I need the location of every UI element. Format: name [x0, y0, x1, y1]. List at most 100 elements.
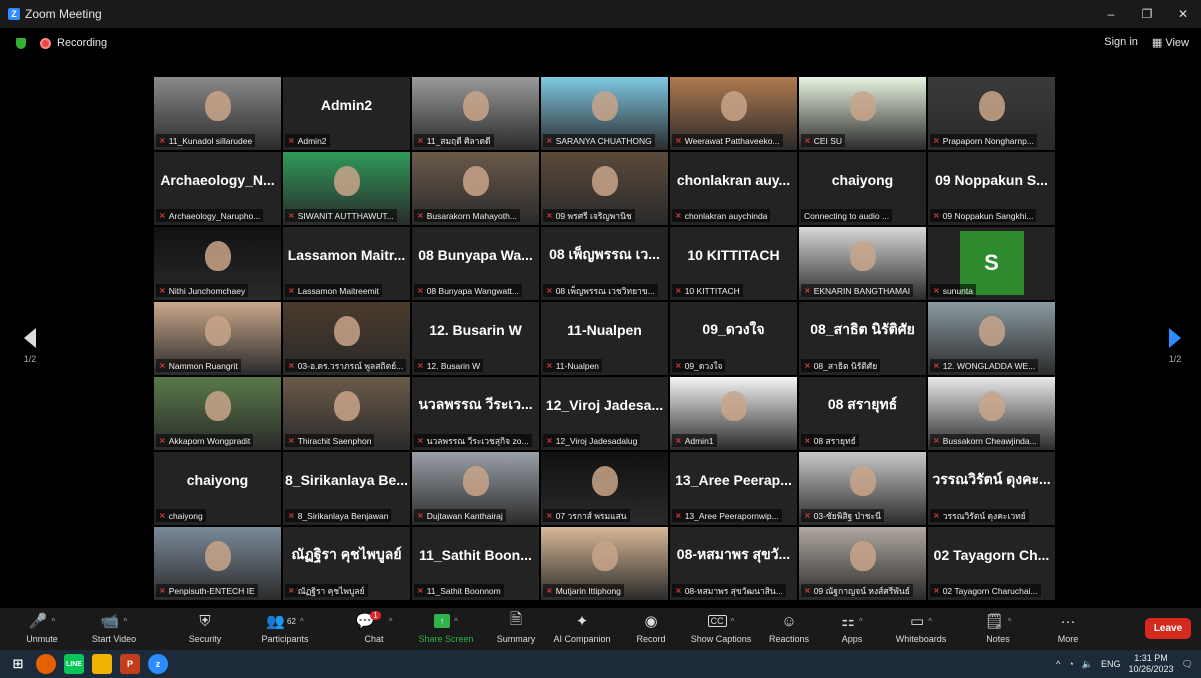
- file-explorer-icon[interactable]: [92, 654, 112, 674]
- participant-tile[interactable]: ⨯ Thirachit Saenphon: [283, 377, 410, 450]
- participant-tile[interactable]: 10 KITTITACH ⨯ 10 KITTITACH: [670, 227, 797, 300]
- chevron-up-icon[interactable]: ^: [51, 617, 55, 626]
- maximize-button[interactable]: ❐: [1129, 0, 1165, 28]
- view-button[interactable]: ▦ View: [1152, 36, 1189, 49]
- participant-tile[interactable]: 8_Sirikanlaya Be... ⨯ 8_Sirikanlaya Benjaw…: [283, 452, 410, 525]
- participant-tile[interactable]: 08 สรายุทธ์ ⨯ 08 สรายุทธ์: [799, 377, 926, 450]
- mic-muted-icon: ⨯: [546, 586, 553, 595]
- participant-tile[interactable]: ⨯ SARANYA CHUATHONG: [541, 77, 668, 150]
- powerpoint-icon[interactable]: P: [120, 654, 140, 674]
- participant-name-label: ⨯ 08_สาธิต นิรัติศัย: [801, 359, 881, 372]
- reactions-button[interactable]: ☺ Reactions: [755, 610, 823, 645]
- participant-tile[interactable]: 08-หสมาพร สุขวั... ⨯ 08-หสมาพร สุขวัฒนาสิน…: [670, 527, 797, 600]
- participant-tile[interactable]: ⨯ Nithi Junchomchaey: [154, 227, 281, 300]
- participant-tile[interactable]: chaiyong ⨯ chaiyong: [154, 452, 281, 525]
- windows-start-icon[interactable]: ⊞: [8, 654, 28, 674]
- clock[interactable]: 1:31 PM 10/26/2023: [1129, 653, 1174, 675]
- summary-button[interactable]: 🗎 Summary: [482, 610, 550, 645]
- participant-tile[interactable]: 12_Viroj Jadesa... ⨯ 12_Viroj Jadesadalug: [541, 377, 668, 450]
- firefox-icon[interactable]: [36, 654, 56, 674]
- ai-companion-button[interactable]: ✦ AI Companion: [548, 610, 616, 644]
- participant-tile[interactable]: 09_ดวงใจ ⨯ 09_ดวงใจ: [670, 302, 797, 375]
- participant-tile[interactable]: ⨯ 07 วรกาส์ พรมแสน: [541, 452, 668, 525]
- leave-button[interactable]: Leave: [1145, 618, 1191, 639]
- participant-tile[interactable]: chonlakran auy... ⨯ chonlakran auychinda: [670, 152, 797, 225]
- participant-tile[interactable]: 02 Tayagorn Ch... ⨯ 02 Tayagorn Charuchai.…: [928, 527, 1055, 600]
- participant-tile[interactable]: ⨯ 03-ชัยพิสิฐ ป่าชะนี: [799, 452, 926, 525]
- participant-tile[interactable]: ⨯ 12. WONGLADDA WE...: [928, 302, 1055, 375]
- participant-tile[interactable]: ⨯ CEI SU: [799, 77, 926, 150]
- unmute-button[interactable]: 🎤 ^ Unmute: [8, 610, 76, 644]
- participant-tile[interactable]: ⨯ Admin1: [670, 377, 797, 450]
- chevron-up-icon[interactable]: ^: [300, 617, 304, 626]
- language-indicator[interactable]: ENG: [1101, 659, 1121, 669]
- chevron-up-icon[interactable]: ^: [731, 617, 735, 626]
- zoom-taskbar-icon[interactable]: z: [148, 654, 168, 674]
- participant-tile[interactable]: S ⨯ sununta: [928, 227, 1055, 300]
- mic-muted-icon: ⨯: [417, 586, 424, 595]
- participant-tile[interactable]: ⨯ 09 ณัฐกาญจน์ หงส์ศรีพันธ์: [799, 527, 926, 600]
- minimize-button[interactable]: –: [1093, 0, 1129, 28]
- volume-icon[interactable]: 🔈: [1082, 659, 1093, 670]
- participant-tile[interactable]: 12. Busarin W ⨯ 12. Busarin W: [412, 302, 539, 375]
- participant-tile[interactable]: Admin2 ⨯ Admin2: [283, 77, 410, 150]
- security-button[interactable]: ⛨ Security: [171, 610, 239, 645]
- notifications-icon[interactable]: 🗨: [1182, 659, 1193, 670]
- chevron-up-icon[interactable]: ^: [123, 617, 127, 626]
- whiteboards-button[interactable]: ▭ ^ Whiteboards: [887, 610, 955, 644]
- previous-page-button[interactable]: 1/2: [20, 328, 40, 364]
- tray-chevron-up-icon[interactable]: ^: [1056, 659, 1060, 669]
- next-page-button[interactable]: 1/2: [1165, 328, 1185, 364]
- signin-link[interactable]: Sign in: [1104, 36, 1138, 49]
- wifi-icon[interactable]: ◔: [1068, 659, 1073, 669]
- notes-button[interactable]: 🗒 ^ Notes: [964, 610, 1032, 644]
- share-screen-button[interactable]: ↑ ^ Share Screen: [412, 610, 480, 644]
- participant-tile[interactable]: ⨯ Mutjarin Ittiphong: [541, 527, 668, 600]
- chevron-up-icon[interactable]: ^: [389, 617, 393, 626]
- participant-tile[interactable]: 08_สาธิต นิรัติศัย ⨯ 08_สาธิต นิรัติศัย: [799, 302, 926, 375]
- participant-tile[interactable]: ⨯ Prapaporn Nongharnp...: [928, 77, 1055, 150]
- participant-tile[interactable]: ⨯ 11_Kunadol sillarudee: [154, 77, 281, 150]
- recording-label[interactable]: Recording: [57, 37, 107, 49]
- participant-tile[interactable]: ⨯ Weerawat Patthaveeko...: [670, 77, 797, 150]
- participant-tile[interactable]: วรรณวิรัตน์ ดุงคะ... ⨯ วรรณวิรัตน์ ดุงคะเว…: [928, 452, 1055, 525]
- participant-tile[interactable]: 09 Noppakun S... ⨯ 09 Noppakun Sangkhi...: [928, 152, 1055, 225]
- participant-tile[interactable]: Lassamon Maitr... ⨯ Lassamon Maitreemit: [283, 227, 410, 300]
- chevron-up-icon[interactable]: ^: [454, 617, 458, 626]
- participant-tile[interactable]: 13_Aree Peerap... ⨯ 13_Aree Peerapornwip..…: [670, 452, 797, 525]
- participant-tile[interactable]: ⨯ Dujtawan Kanthairaj: [412, 452, 539, 525]
- participant-tile[interactable]: Archaeology_N... ⨯ Archaeology_Narupho...: [154, 152, 281, 225]
- participant-name: Busarakorn Mahayoth...: [426, 210, 517, 221]
- participant-tile[interactable]: ⨯ Busarakorn Mahayoth...: [412, 152, 539, 225]
- chat-button[interactable]: 💬 1 ^ Chat: [340, 610, 408, 644]
- participant-tile[interactable]: 11_Sathit Boon... ⨯ 11_Sathit Boonnom: [412, 527, 539, 600]
- participant-tile[interactable]: ⨯ 03-อ.ดร.วราภรณ์ พูลสถิตย์...: [283, 302, 410, 375]
- participant-tile[interactable]: 08 เพ็ญพรรณ เว... ⨯ 08 เพ็ญพรรณ เวชวิทยาข.…: [541, 227, 668, 300]
- participant-tile[interactable]: นวลพรรณ วีระเว... ⨯ นวลพรรณ วีระเวชสุกิจ z…: [412, 377, 539, 450]
- participant-tile[interactable]: ⨯ 09 พรศรี เจริญพานิช: [541, 152, 668, 225]
- participant-tile[interactable]: 11-Nualpen ⨯ 11-Nualpen: [541, 302, 668, 375]
- start-video-button[interactable]: 📹 ^ Start Video: [80, 610, 148, 644]
- participant-tile[interactable]: ⨯ Bussakorn Cheawjinda...: [928, 377, 1055, 450]
- participant-tile[interactable]: ⨯ 11_สมฤดี ศิลาดดี: [412, 77, 539, 150]
- chevron-up-icon[interactable]: ^: [1008, 617, 1012, 626]
- participants-button[interactable]: 👥 62 ^ Participants: [251, 610, 319, 644]
- participant-tile[interactable]: ⨯ SIWANIT AUTTHAWUT...: [283, 152, 410, 225]
- line-app-icon[interactable]: LINE: [64, 654, 84, 674]
- participant-tile[interactable]: ⨯ Akkaporn Wongpradit: [154, 377, 281, 450]
- participant-tile[interactable]: ⨯ EKNARIN BANGTHAMAI: [799, 227, 926, 300]
- participant-tile[interactable]: 08 Bunyapa Wa... ⨯ 08 Bunyapa Wangwatt...: [412, 227, 539, 300]
- chevron-up-icon[interactable]: ^: [928, 617, 932, 626]
- chevron-up-icon[interactable]: ^: [859, 617, 863, 626]
- participant-tile[interactable]: ⨯ Penpisuth-ENTECH IE: [154, 527, 281, 600]
- participant-tile[interactable]: ⨯ Nammon Ruangrit: [154, 302, 281, 375]
- participant-tile[interactable]: chaiyong Connecting to audio ...: [799, 152, 926, 225]
- participant-tile[interactable]: ณัฏฐิรา คุชไพบูลย์ ⨯ ณัฏฐิรา คุชไพบูลย์: [283, 527, 410, 600]
- record-button[interactable]: ◉ Record: [617, 610, 685, 644]
- participant-display-name: 09 Noppakun S...: [935, 172, 1048, 188]
- apps-button[interactable]: ⚏ ^ Apps: [818, 610, 886, 644]
- show-captions-button[interactable]: CC ^ Show Captions: [687, 610, 755, 644]
- close-button[interactable]: ✕: [1165, 0, 1201, 28]
- more-button[interactable]: ··· More: [1034, 610, 1102, 645]
- encryption-shield-icon[interactable]: [16, 37, 26, 49]
